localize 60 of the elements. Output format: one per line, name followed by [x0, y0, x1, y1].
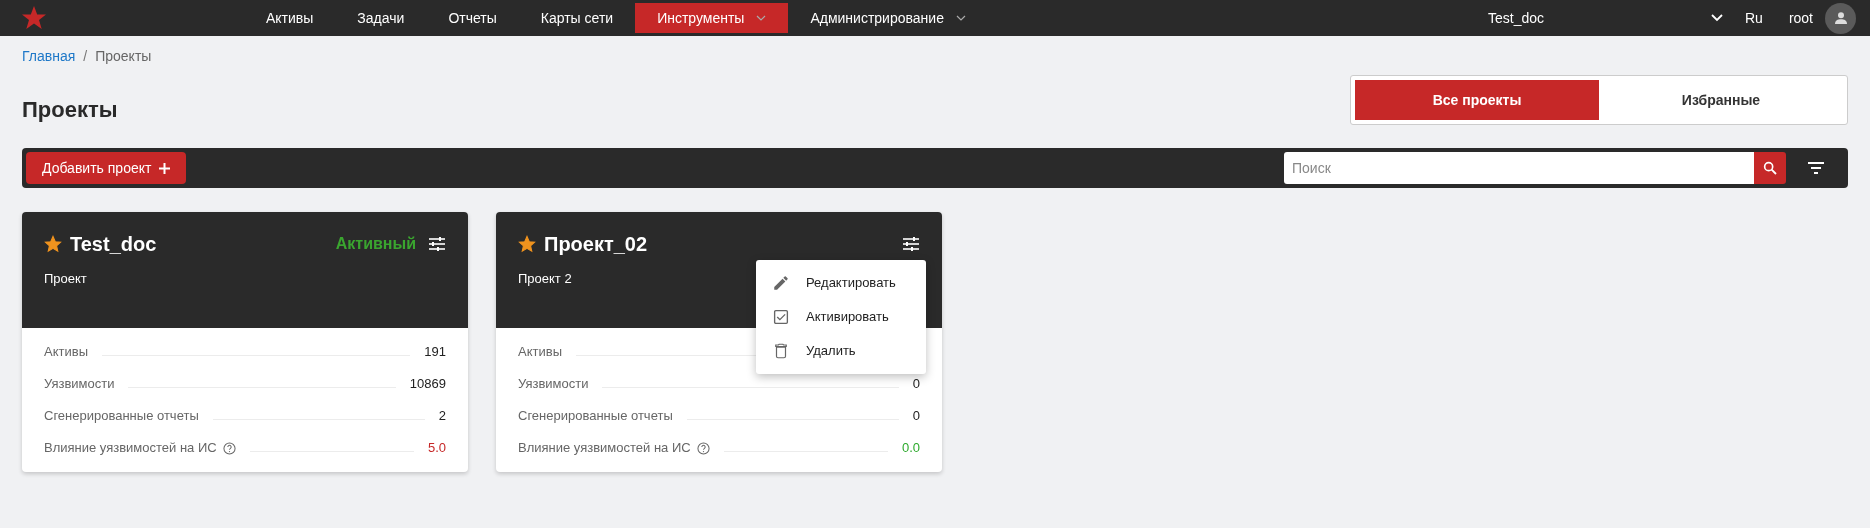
menu-item-label: Активировать	[806, 308, 889, 327]
breadcrumb-current: Проекты	[95, 47, 152, 66]
chevron-icon	[1710, 14, 1723, 22]
stat-value: 0.0	[901, 439, 920, 458]
add-project-button[interactable]: Добавить проект	[26, 152, 187, 184]
stat-value: 10869	[409, 375, 446, 394]
stat-label: Сгенерированные отчеты	[44, 407, 199, 426]
help-icon[interactable]	[696, 441, 710, 455]
stat-label: Уязвимости	[44, 375, 115, 394]
language-button[interactable]: Ru	[1744, 7, 1763, 29]
logo-icon[interactable]	[20, 5, 48, 31]
nav-tab[interactable]: Инструменты	[635, 3, 789, 33]
menu-item-label: Редактировать	[806, 274, 896, 293]
stat-label: Активы	[44, 343, 88, 362]
stat-value: 0	[912, 407, 920, 426]
nav-tab[interactable]: Задачи	[335, 3, 427, 33]
project-description: Проект	[44, 270, 87, 288]
avatar-icon[interactable]	[1825, 2, 1856, 34]
project-description: Проект 2	[518, 270, 572, 288]
filter-button[interactable]	[1808, 162, 1824, 174]
breadcrumb-separator: /	[83, 47, 88, 66]
settings-icon[interactable]	[902, 237, 920, 251]
project-title: Проект_02	[544, 232, 648, 257]
plus-icon	[159, 162, 171, 174]
view-tab[interactable]: Все проекты	[1355, 80, 1599, 120]
project-selector[interactable]: Test_doc	[1487, 7, 1723, 29]
nav-tab[interactable]: Активы	[244, 3, 336, 33]
view-tab[interactable]: Избранные	[1599, 80, 1843, 120]
breadcrumb-link[interactable]: Главная	[22, 46, 76, 67]
nav-tab[interactable]: Карты сети	[518, 3, 636, 33]
filter-icon	[1808, 162, 1824, 174]
stat-value: 0	[912, 375, 920, 394]
menu-item[interactable]: Активировать	[756, 300, 926, 334]
trash-icon	[772, 342, 790, 360]
stat-label: Уязвимости	[518, 375, 589, 394]
checkbox-icon	[772, 308, 790, 326]
menu-item-label: Удалить	[806, 342, 856, 361]
menu-item[interactable]: Редактировать	[756, 266, 926, 300]
status-label: Активный	[335, 234, 416, 254]
search-icon	[1762, 160, 1778, 176]
star-icon[interactable]	[44, 235, 62, 253]
project-title: Test_doc	[70, 232, 157, 257]
settings-icon[interactable]	[428, 237, 446, 251]
stat-value: 191	[424, 343, 446, 362]
menu-item[interactable]: Удалить	[756, 334, 926, 368]
page-title: Проекты	[22, 96, 118, 124]
stat-label: Сгенерированные отчеты	[518, 407, 673, 426]
user-name: root	[1788, 8, 1813, 28]
star-icon[interactable]	[518, 235, 536, 253]
search-button[interactable]	[1754, 152, 1786, 184]
pencil-icon	[772, 274, 790, 292]
search-field[interactable]: Поиск	[1284, 152, 1754, 184]
stat-value: 5.0	[427, 439, 446, 458]
stat-label: Влияние уязвимостей на ИС	[518, 439, 691, 458]
nav-tab[interactable]: Администрирование	[788, 3, 988, 33]
help-icon[interactable]	[222, 441, 236, 455]
stat-value: 2	[438, 407, 446, 426]
stat-label: Активы	[518, 343, 562, 362]
stat-label: Влияние уязвимостей на ИС	[44, 439, 217, 458]
nav-tab[interactable]: Отчеты	[426, 3, 519, 33]
